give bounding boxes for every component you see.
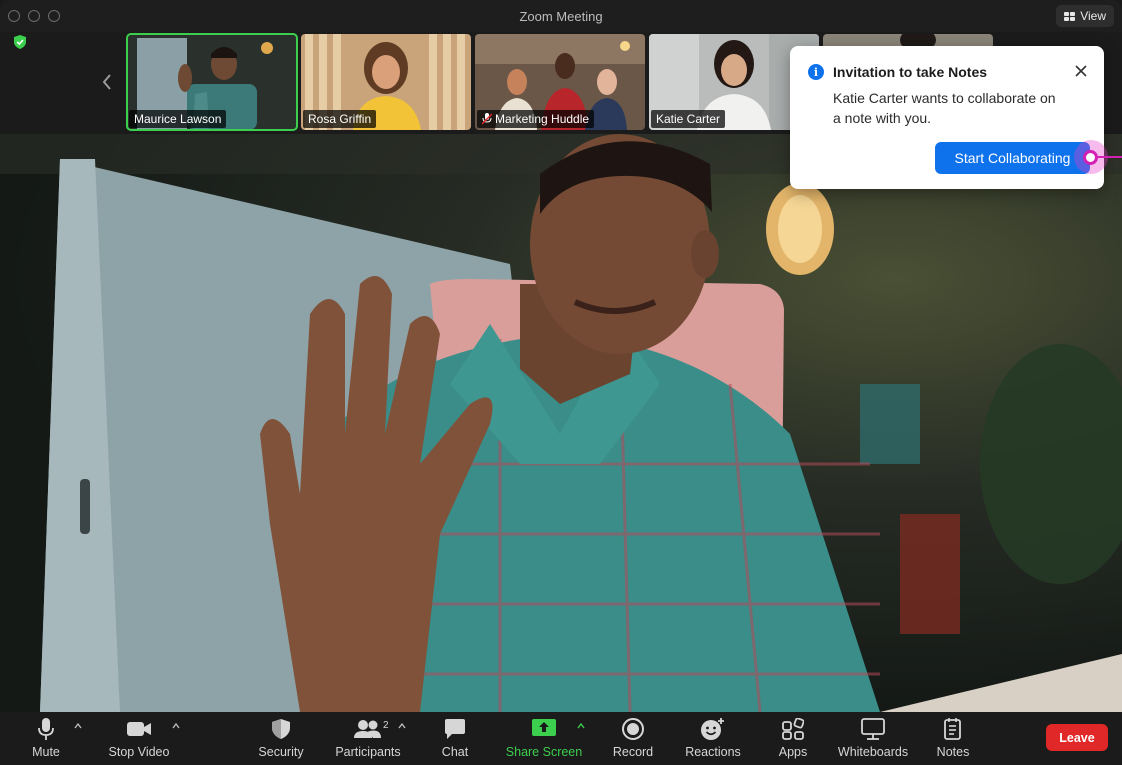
- participants-options-chevron-up-icon[interactable]: [397, 721, 407, 731]
- reactions-button[interactable]: Reactions: [682, 717, 744, 759]
- notes-button[interactable]: Notes: [933, 717, 973, 759]
- chat-label: Chat: [441, 745, 469, 759]
- smiley-plus-icon: [700, 717, 726, 741]
- record-label: Record: [612, 745, 654, 759]
- grid-icon: [1064, 11, 1076, 21]
- cursor-pointer: [1083, 150, 1098, 165]
- apps-label: Apps: [778, 745, 808, 759]
- close-icon[interactable]: [1074, 64, 1088, 78]
- notes-icon: [943, 717, 963, 741]
- microphone-icon: [37, 717, 55, 741]
- chat-bubble-icon: [444, 717, 466, 741]
- speaker-scene: [0, 134, 1122, 712]
- notes-label: Notes: [936, 745, 970, 759]
- popup-message: Katie Carter wants to collaborate on a n…: [833, 90, 1056, 126]
- stop-video-label: Stop Video: [108, 745, 170, 759]
- reactions-label: Reactions: [685, 745, 741, 759]
- apps-button[interactable]: Apps: [775, 717, 811, 759]
- thumbnail-name-label: Maurice Lawson: [129, 110, 227, 128]
- security-button[interactable]: Security: [255, 717, 307, 759]
- notes-invitation-popup: i Invitation to take Notes Katie Carter …: [790, 46, 1104, 189]
- whiteboard-icon: [861, 717, 885, 741]
- thumbnail-name-label: Marketing Huddle: [477, 110, 595, 128]
- participant-count: 2: [383, 720, 389, 731]
- mute-button[interactable]: Mute: [28, 717, 64, 759]
- audio-options-chevron-up-icon[interactable]: [73, 721, 83, 731]
- share-screen-button[interactable]: Share Screen: [503, 717, 585, 759]
- chevron-left-icon[interactable]: [98, 68, 116, 96]
- chat-button[interactable]: Chat: [438, 717, 472, 759]
- record-icon: [622, 717, 644, 741]
- security-label: Security: [258, 745, 304, 759]
- record-button[interactable]: Record: [610, 717, 656, 759]
- participant-thumbnail-marketing-huddle[interactable]: Marketing Huddle: [475, 34, 645, 130]
- muted-mic-icon: [482, 113, 492, 125]
- video-camera-icon: [126, 717, 152, 741]
- zoom-window: Zoom Meeting View Maurice Lawson Rosa Gr…: [0, 0, 1122, 765]
- stop-video-button[interactable]: Stop Video: [105, 717, 173, 759]
- participants-button[interactable]: Participants: [332, 717, 404, 759]
- share-screen-label: Share Screen: [505, 745, 583, 759]
- participant-thumbnail-rosa[interactable]: Rosa Griffin: [301, 34, 471, 130]
- title-bar: Zoom Meeting View: [0, 0, 1122, 32]
- active-speaker-video: [0, 134, 1122, 712]
- view-button-label: View: [1080, 9, 1106, 23]
- popup-title: Invitation to take Notes: [833, 64, 988, 80]
- cursor-pointer-tail: [1098, 156, 1122, 158]
- thumbnail-name-label: Rosa Griffin: [303, 110, 377, 128]
- whiteboards-label: Whiteboards: [837, 745, 909, 759]
- participant-thumbnail-maurice[interactable]: Maurice Lawson: [126, 33, 298, 131]
- info-icon: i: [808, 64, 824, 80]
- whiteboards-button[interactable]: Whiteboards: [834, 717, 912, 759]
- leave-meeting-button[interactable]: Leave: [1046, 724, 1108, 751]
- participants-icon: [354, 717, 382, 741]
- apps-icon: [782, 717, 804, 741]
- video-options-chevron-up-icon[interactable]: [171, 721, 181, 731]
- encryption-shield-icon[interactable]: [14, 35, 26, 49]
- security-shield-icon: [271, 717, 291, 741]
- mute-label: Mute: [32, 745, 60, 759]
- share-options-chevron-up-icon[interactable]: [576, 721, 586, 731]
- participants-label: Participants: [335, 745, 401, 759]
- window-title: Zoom Meeting: [519, 9, 603, 24]
- thumbnail-name-label: Katie Carter: [651, 110, 726, 128]
- share-screen-icon: [532, 717, 556, 741]
- view-button[interactable]: View: [1056, 5, 1114, 27]
- start-collaborating-button[interactable]: Start Collaborating: [935, 142, 1090, 174]
- meeting-toolbar: Mute Stop Video Security Participants 2: [0, 712, 1122, 765]
